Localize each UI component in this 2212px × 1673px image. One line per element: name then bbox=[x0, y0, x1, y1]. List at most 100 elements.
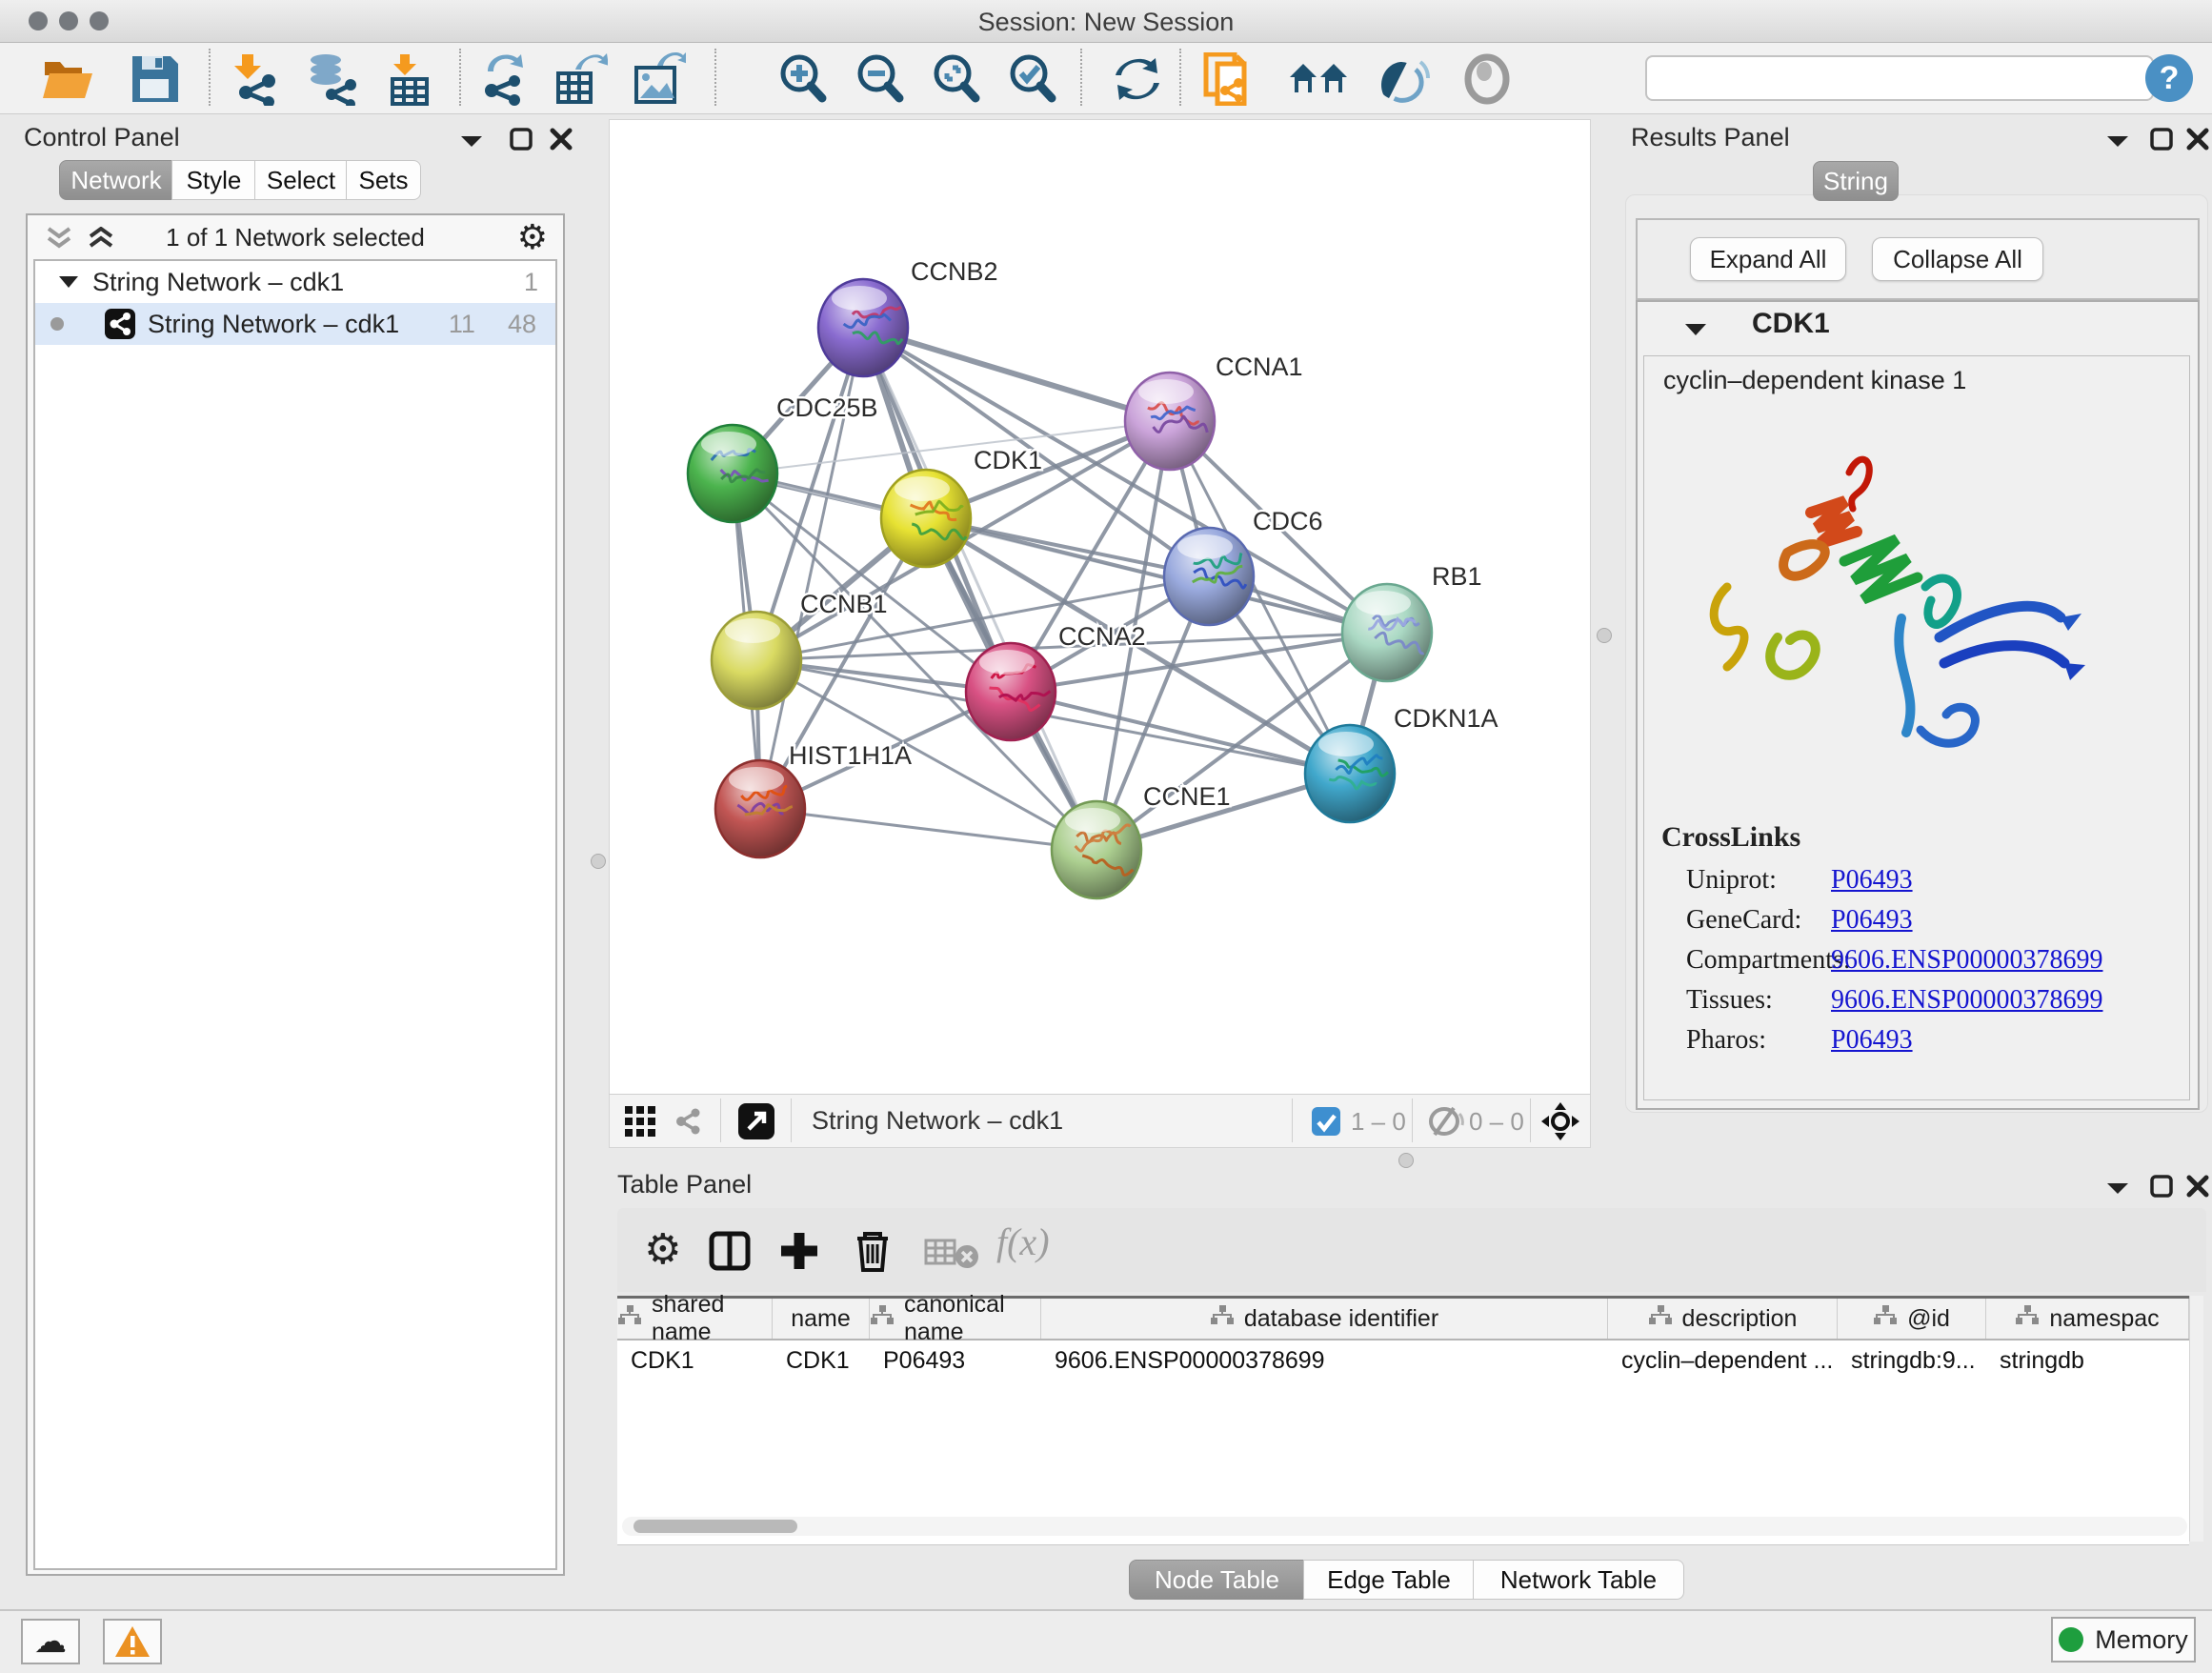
hide-selected-icon[interactable] bbox=[1376, 52, 1431, 106]
collapse-panel-icon[interactable] bbox=[2105, 1179, 2130, 1197]
close-panel-icon[interactable] bbox=[2185, 1174, 2210, 1199]
tab-network-table[interactable]: Network Table bbox=[1473, 1560, 1684, 1600]
warning-status-button[interactable] bbox=[103, 1619, 162, 1664]
function-builder-icon[interactable]: f(x) bbox=[996, 1219, 1050, 1264]
network-canvas[interactable]: CCNB2CCNA1CDC25BCDK1CDC6RB1CCNB1CCNA2CDK… bbox=[609, 119, 1591, 1096]
network-node-CCNA2[interactable] bbox=[966, 643, 1056, 740]
zoom-in-icon[interactable] bbox=[776, 52, 832, 106]
grid-view-icon[interactable] bbox=[625, 1106, 657, 1137]
memory-button[interactable]: Memory bbox=[2051, 1617, 2196, 1663]
float-panel-icon[interactable] bbox=[509, 127, 533, 151]
network-node-CDC25B[interactable] bbox=[688, 425, 777, 522]
table-cell[interactable]: stringdb bbox=[1986, 1340, 2189, 1381]
column-header-description[interactable]: description bbox=[1608, 1299, 1838, 1339]
network-collection-row[interactable]: String Network – cdk1 1 bbox=[35, 261, 555, 303]
right-splitter-handle[interactable] bbox=[1597, 628, 1612, 643]
network-node-CCNA1[interactable] bbox=[1125, 373, 1215, 470]
import-database-icon[interactable] bbox=[303, 52, 358, 106]
hidden-eye-icon[interactable] bbox=[1427, 1106, 1465, 1137]
new-network-from-selection-icon[interactable] bbox=[1202, 52, 1257, 106]
table-cell[interactable]: CDK1 bbox=[773, 1340, 870, 1381]
open-folder-icon[interactable] bbox=[41, 52, 96, 106]
collapse-all-button[interactable]: Collapse All bbox=[1872, 237, 2043, 281]
import-network-icon[interactable] bbox=[229, 52, 284, 106]
first-neighbors-icon[interactable] bbox=[1288, 52, 1343, 106]
network-node-CDC6[interactable] bbox=[1164, 528, 1254, 625]
cloud-status-button[interactable]: ☁ bbox=[21, 1619, 80, 1664]
zoom-fit-icon[interactable] bbox=[930, 52, 985, 106]
table-cell[interactable]: P06493 bbox=[870, 1340, 1041, 1381]
gear-icon[interactable]: ⚙ bbox=[517, 217, 548, 257]
selected-checkbox-icon[interactable] bbox=[1311, 1106, 1341, 1137]
zoom-selected-icon[interactable] bbox=[1006, 52, 1061, 106]
tab-style[interactable]: Style bbox=[171, 160, 256, 200]
crosslink-link[interactable]: P06493 bbox=[1831, 905, 1913, 936]
split-columns-icon[interactable] bbox=[709, 1231, 751, 1271]
tab-sets[interactable]: Sets bbox=[346, 160, 421, 200]
close-panel-icon[interactable] bbox=[549, 127, 573, 151]
tab-edge-table[interactable]: Edge Table bbox=[1303, 1560, 1475, 1600]
gear-icon[interactable]: ⚙ bbox=[644, 1225, 681, 1274]
table-cell[interactable]: CDK1 bbox=[617, 1340, 773, 1381]
node-label-CCNB1: CCNB1 bbox=[800, 590, 888, 618]
refresh-icon[interactable] bbox=[1110, 52, 1165, 106]
float-panel-icon[interactable] bbox=[2149, 127, 2174, 151]
save-icon[interactable] bbox=[127, 52, 182, 106]
network-node-HIST1H1A[interactable] bbox=[715, 760, 805, 857]
table-cell[interactable]: 9606.ENSP00000378699 bbox=[1041, 1340, 1608, 1381]
tab-string[interactable]: String bbox=[1813, 161, 1899, 201]
expand-all-button[interactable]: Expand All bbox=[1690, 237, 1846, 281]
crosslink-link[interactable]: P06493 bbox=[1831, 1025, 1913, 1056]
network-node-CCNE1[interactable] bbox=[1052, 801, 1141, 898]
crosslink-link[interactable]: P06493 bbox=[1831, 865, 1913, 896]
zoom-out-icon[interactable] bbox=[854, 52, 909, 106]
footer-separator bbox=[1412, 1099, 1413, 1142]
crosslink-link[interactable]: 9606.ENSP00000378699 bbox=[1831, 945, 2102, 976]
crosslink-link[interactable]: 9606.ENSP00000378699 bbox=[1831, 985, 2102, 1016]
tab-node-table[interactable]: Node Table bbox=[1129, 1560, 1305, 1600]
network-node-CCNB1[interactable] bbox=[712, 612, 801, 709]
table-panel-title: Table Panel bbox=[617, 1170, 752, 1199]
tab-network[interactable]: Network bbox=[59, 160, 173, 200]
column-header-name[interactable]: name bbox=[773, 1299, 870, 1339]
network-view-icon[interactable] bbox=[671, 1104, 705, 1139]
table-vscrollbar[interactable] bbox=[2189, 1296, 2203, 1542]
column-header-namespac[interactable]: namespac bbox=[1986, 1299, 2189, 1339]
collapse-panel-icon[interactable] bbox=[2105, 132, 2130, 150]
close-panel-icon[interactable] bbox=[2185, 127, 2210, 151]
table-hscrollbar[interactable] bbox=[622, 1517, 2187, 1536]
hscroll-thumb[interactable] bbox=[633, 1520, 797, 1533]
show-all-icon[interactable] bbox=[1459, 52, 1515, 106]
column-header-canonical-name[interactable]: canonical name bbox=[870, 1299, 1041, 1339]
network-node-CCNB2[interactable] bbox=[818, 279, 908, 376]
section-expander-icon[interactable] bbox=[1683, 321, 1708, 338]
column-network-icon bbox=[870, 1305, 895, 1333]
tab-edge-table-label: Edge Table bbox=[1327, 1565, 1451, 1595]
birds-eye-view-icon[interactable] bbox=[1541, 1102, 1579, 1140]
export-image-icon[interactable] bbox=[631, 52, 686, 106]
tab-select[interactable]: Select bbox=[254, 160, 348, 200]
help-icon[interactable]: ? bbox=[2143, 52, 2195, 109]
column-header-database-identifier[interactable]: database identifier bbox=[1041, 1299, 1608, 1339]
left-splitter-handle[interactable] bbox=[591, 854, 606, 869]
search-input[interactable] bbox=[1645, 55, 2154, 101]
export-table-icon[interactable] bbox=[553, 52, 608, 106]
add-column-icon[interactable] bbox=[779, 1231, 819, 1271]
export-network-icon[interactable] bbox=[476, 52, 532, 106]
column-header--id[interactable]: @id bbox=[1838, 1299, 1986, 1339]
table-cell[interactable]: cyclin–dependent ... bbox=[1608, 1340, 1838, 1381]
network-node-CDK1[interactable] bbox=[881, 470, 971, 567]
node-label-RB1: RB1 bbox=[1432, 562, 1482, 591]
table-cell[interactable]: stringdb:9... bbox=[1838, 1340, 1986, 1381]
delete-column-icon[interactable] bbox=[854, 1229, 892, 1273]
column-header-shared-name[interactable]: shared name bbox=[617, 1299, 773, 1339]
import-table-icon[interactable] bbox=[383, 52, 438, 106]
float-panel-icon[interactable] bbox=[2149, 1174, 2174, 1199]
tree-expander-icon[interactable] bbox=[58, 274, 79, 290]
delete-table-icon[interactable] bbox=[924, 1237, 979, 1269]
network-row-selected[interactable]: String Network – cdk1 11 48 bbox=[35, 303, 555, 345]
detach-view-icon[interactable] bbox=[737, 1102, 775, 1140]
collapse-panel-icon[interactable] bbox=[459, 132, 484, 150]
network-node-RB1[interactable] bbox=[1342, 584, 1432, 681]
network-node-CDKN1A[interactable] bbox=[1305, 725, 1395, 822]
